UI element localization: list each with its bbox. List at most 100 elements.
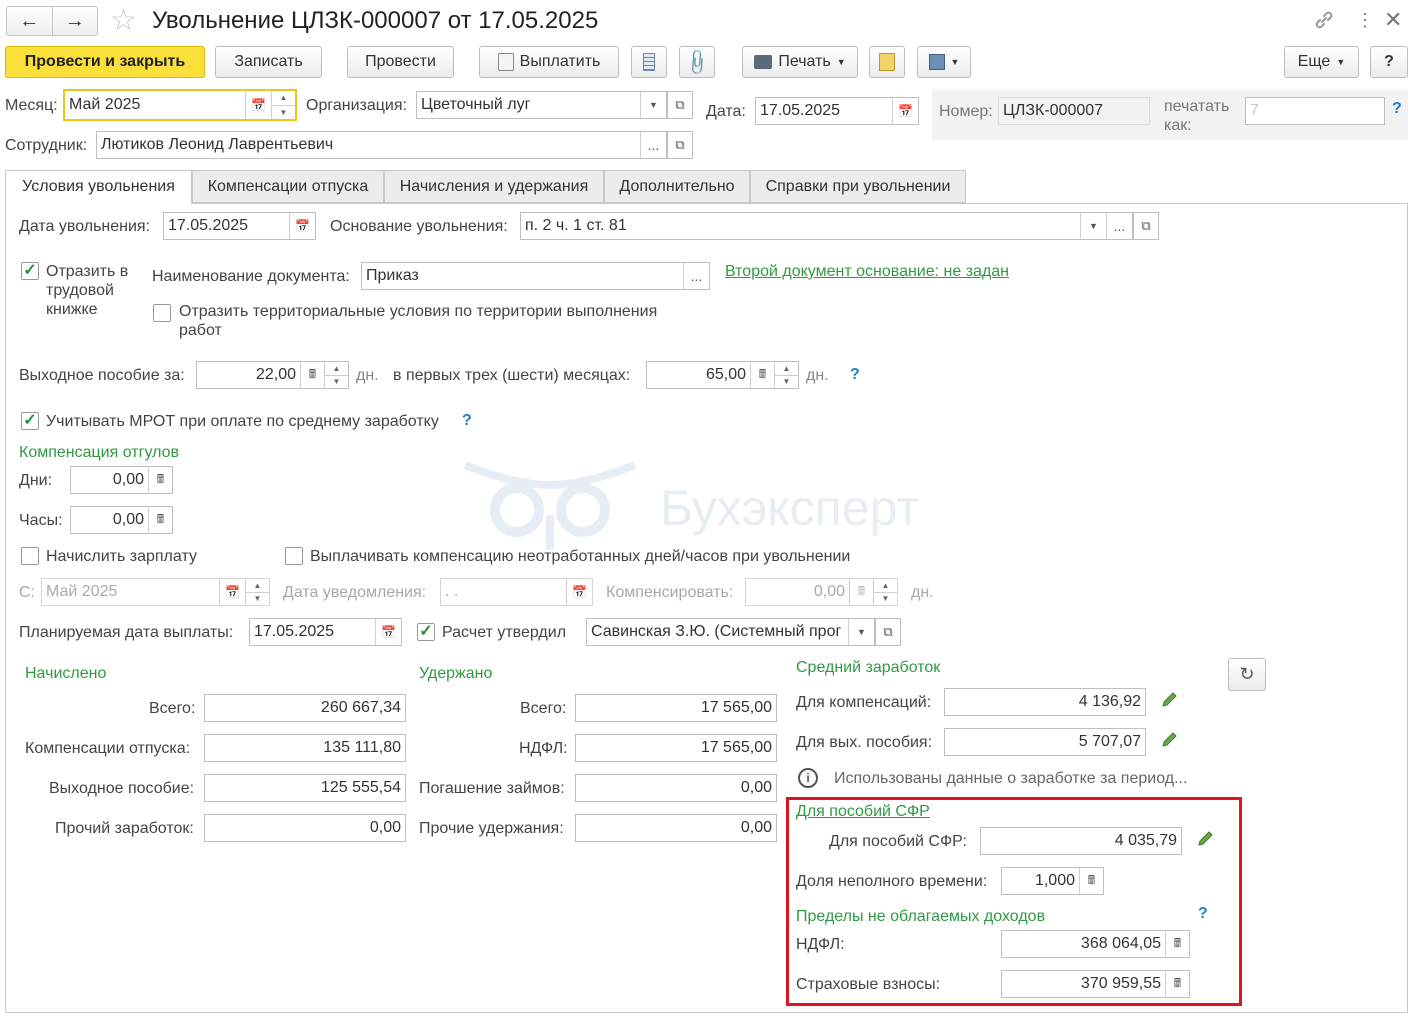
- limit-ndfl-field[interactable]: 368 064,05 🖩: [1001, 930, 1190, 958]
- tab-vacation-compensation[interactable]: Компенсации отпуска: [192, 170, 384, 203]
- calculator-icon[interactable]: 🖩: [849, 579, 873, 605]
- calculator-icon[interactable]: 🖩: [1079, 868, 1103, 894]
- calendar-icon[interactable]: 📅: [245, 91, 271, 119]
- compensate-label: Компенсировать:: [606, 584, 734, 601]
- tab-accruals-deductions[interactable]: Начисления и удержания: [384, 170, 604, 203]
- calculator-icon[interactable]: 🖩: [1165, 931, 1189, 957]
- favorite-star-icon[interactable]: ☆: [110, 4, 137, 38]
- mrot-checkbox[interactable]: ✓: [21, 412, 39, 430]
- mrot-label: Учитывать МРОТ при оплате по среднему за…: [46, 413, 439, 430]
- open-basis-icon[interactable]: ⧉: [1133, 212, 1159, 240]
- edit-comp-pencil-icon[interactable]: [1160, 689, 1180, 709]
- pay-compensation-checkbox[interactable]: [285, 547, 303, 565]
- hours-field[interactable]: 0,00 🖩: [70, 506, 173, 534]
- journal-icon: [643, 53, 655, 71]
- help-button[interactable]: ?: [1370, 46, 1408, 78]
- date-field[interactable]: 17.05.2025 📅: [755, 97, 919, 125]
- calendar-icon[interactable]: 📅: [566, 579, 592, 605]
- open-approver-icon[interactable]: ⧉: [875, 618, 901, 646]
- calculator-icon[interactable]: 🖩: [148, 467, 172, 493]
- approved-checkbox[interactable]: ✓: [417, 623, 435, 641]
- basis-field[interactable]: п. 2 ч. 1 ст. 81 ▼ ...: [520, 212, 1133, 240]
- month-spinner[interactable]: ▲ ▼: [271, 91, 295, 119]
- first-months-field[interactable]: 65,00 🖩 ▲ ▼: [646, 361, 799, 389]
- limit-insurance-field[interactable]: 370 959,55 🖩: [1001, 970, 1190, 998]
- print-button[interactable]: Печать ▼: [742, 46, 858, 78]
- edit-sfr-pencil-icon[interactable]: [1196, 828, 1216, 848]
- dropdown-icon[interactable]: ▼: [1080, 213, 1106, 239]
- severance-spinner[interactable]: ▲ ▼: [324, 362, 348, 388]
- journal-button[interactable]: [631, 46, 667, 78]
- report-button[interactable]: [869, 46, 905, 78]
- forward-arrow-icon[interactable]: →: [53, 7, 98, 35]
- calculator-icon[interactable]: 🖩: [1165, 971, 1189, 997]
- save-button[interactable]: Записать: [215, 46, 322, 78]
- sfr-field: 4 035,79: [980, 827, 1182, 855]
- sfr-link[interactable]: Для пособий СФР: [796, 803, 930, 821]
- calendar-icon[interactable]: 📅: [892, 98, 918, 124]
- calendar-icon[interactable]: 📅: [219, 579, 245, 605]
- approved-by-field[interactable]: Савинская З.Ю. (Системный прог ▼: [586, 618, 875, 646]
- accrued-other-label: Прочий заработок:: [55, 820, 194, 837]
- chevron-down-icon: ▼: [836, 57, 846, 67]
- part-time-field[interactable]: 1,000 🖩: [1001, 867, 1104, 895]
- limits-help-icon[interactable]: ?: [1198, 905, 1208, 923]
- notice-date-field[interactable]: . . 📅: [440, 578, 593, 606]
- print-as-help-icon[interactable]: ?: [1392, 100, 1402, 118]
- planned-date-field[interactable]: 17.05.2025 📅: [249, 618, 402, 646]
- tab-additional[interactable]: Дополнительно: [604, 170, 750, 203]
- select-ellipsis-icon[interactable]: ...: [1106, 213, 1132, 239]
- severance-help-icon[interactable]: ?: [850, 366, 860, 384]
- accrued-severance-field: 125 555,54: [204, 774, 406, 802]
- create-based-on-button[interactable]: ▼: [917, 46, 971, 78]
- workbook-checkbox[interactable]: ✓: [21, 262, 39, 280]
- open-employee-icon[interactable]: ⧉: [667, 131, 693, 159]
- accrue-salary-checkbox[interactable]: [21, 547, 39, 565]
- select-ellipsis-icon[interactable]: ...: [683, 263, 709, 289]
- post-button[interactable]: Провести: [347, 46, 454, 78]
- report-icon: [879, 53, 895, 71]
- second-doc-link[interactable]: Второй документ основание: не задан: [725, 263, 1009, 281]
- compensate-spinner[interactable]: ▲ ▼: [873, 579, 897, 605]
- doc-name-field[interactable]: Приказ ...: [361, 262, 710, 290]
- from-spinner[interactable]: ▲ ▼: [245, 579, 269, 605]
- calendar-icon[interactable]: 📅: [375, 619, 401, 645]
- from-field[interactable]: Май 2025 📅 ▲ ▼: [41, 578, 270, 606]
- tab-dismissal-conditions[interactable]: Условия увольнения: [5, 170, 192, 204]
- territorial-checkbox[interactable]: [153, 304, 171, 322]
- month-field[interactable]: Май 2025 📅 ▲ ▼: [63, 89, 297, 121]
- organization-field[interactable]: Цветочный луг ▼: [416, 91, 667, 119]
- link-icon[interactable]: [1312, 8, 1336, 32]
- earnings-period-info[interactable]: Использованы данные о заработке за перио…: [834, 769, 1187, 789]
- open-org-icon[interactable]: ⧉: [667, 91, 693, 119]
- dropdown-icon[interactable]: ▼: [640, 92, 666, 118]
- mrot-help-icon[interactable]: ?: [462, 412, 472, 430]
- tab-certificates[interactable]: Справки при увольнении: [750, 170, 966, 203]
- calculator-icon[interactable]: 🖩: [148, 507, 172, 533]
- edit-sev-pencil-icon[interactable]: [1160, 729, 1180, 749]
- print-as-field[interactable]: 7: [1245, 97, 1385, 125]
- days-field[interactable]: 0,00 🖩: [70, 466, 173, 494]
- refresh-button[interactable]: ↻: [1228, 658, 1266, 691]
- calculator-icon[interactable]: 🖩: [750, 362, 774, 388]
- first-months-spinner[interactable]: ▲ ▼: [774, 362, 798, 388]
- calendar-icon[interactable]: 📅: [289, 213, 315, 239]
- territorial-label-1: Отразить территориальные условия по терр…: [179, 303, 658, 320]
- select-ellipsis-icon[interactable]: ...: [640, 132, 666, 158]
- calculator-icon[interactable]: 🖩: [300, 362, 324, 388]
- back-arrow-icon[interactable]: ←: [7, 7, 53, 35]
- compensate-field[interactable]: 0,00 🖩 ▲ ▼: [745, 578, 898, 606]
- workbook-label-2: трудовой: [46, 282, 114, 299]
- withheld-loans-label: Погашение займов:: [419, 780, 565, 797]
- more-button[interactable]: Еще ▼: [1284, 46, 1359, 78]
- severance-days-field[interactable]: 22,00 🖩 ▲ ▼: [196, 361, 349, 389]
- employee-field[interactable]: Лютиков Леонид Лаврентьевич ...: [96, 131, 667, 159]
- post-and-close-button[interactable]: Провести и закрыть: [5, 46, 205, 78]
- pay-button[interactable]: Выплатить: [479, 46, 619, 78]
- dismissal-date-field[interactable]: 17.05.2025 📅: [163, 212, 316, 240]
- dropdown-icon[interactable]: ▼: [848, 619, 874, 645]
- window-menu-icon[interactable]: ⋮: [1356, 6, 1374, 34]
- attachment-button[interactable]: 📎: [679, 46, 715, 78]
- close-icon[interactable]: ✕: [1384, 6, 1402, 34]
- first-months-label: в первых трех (шести) месяцах:: [393, 367, 631, 384]
